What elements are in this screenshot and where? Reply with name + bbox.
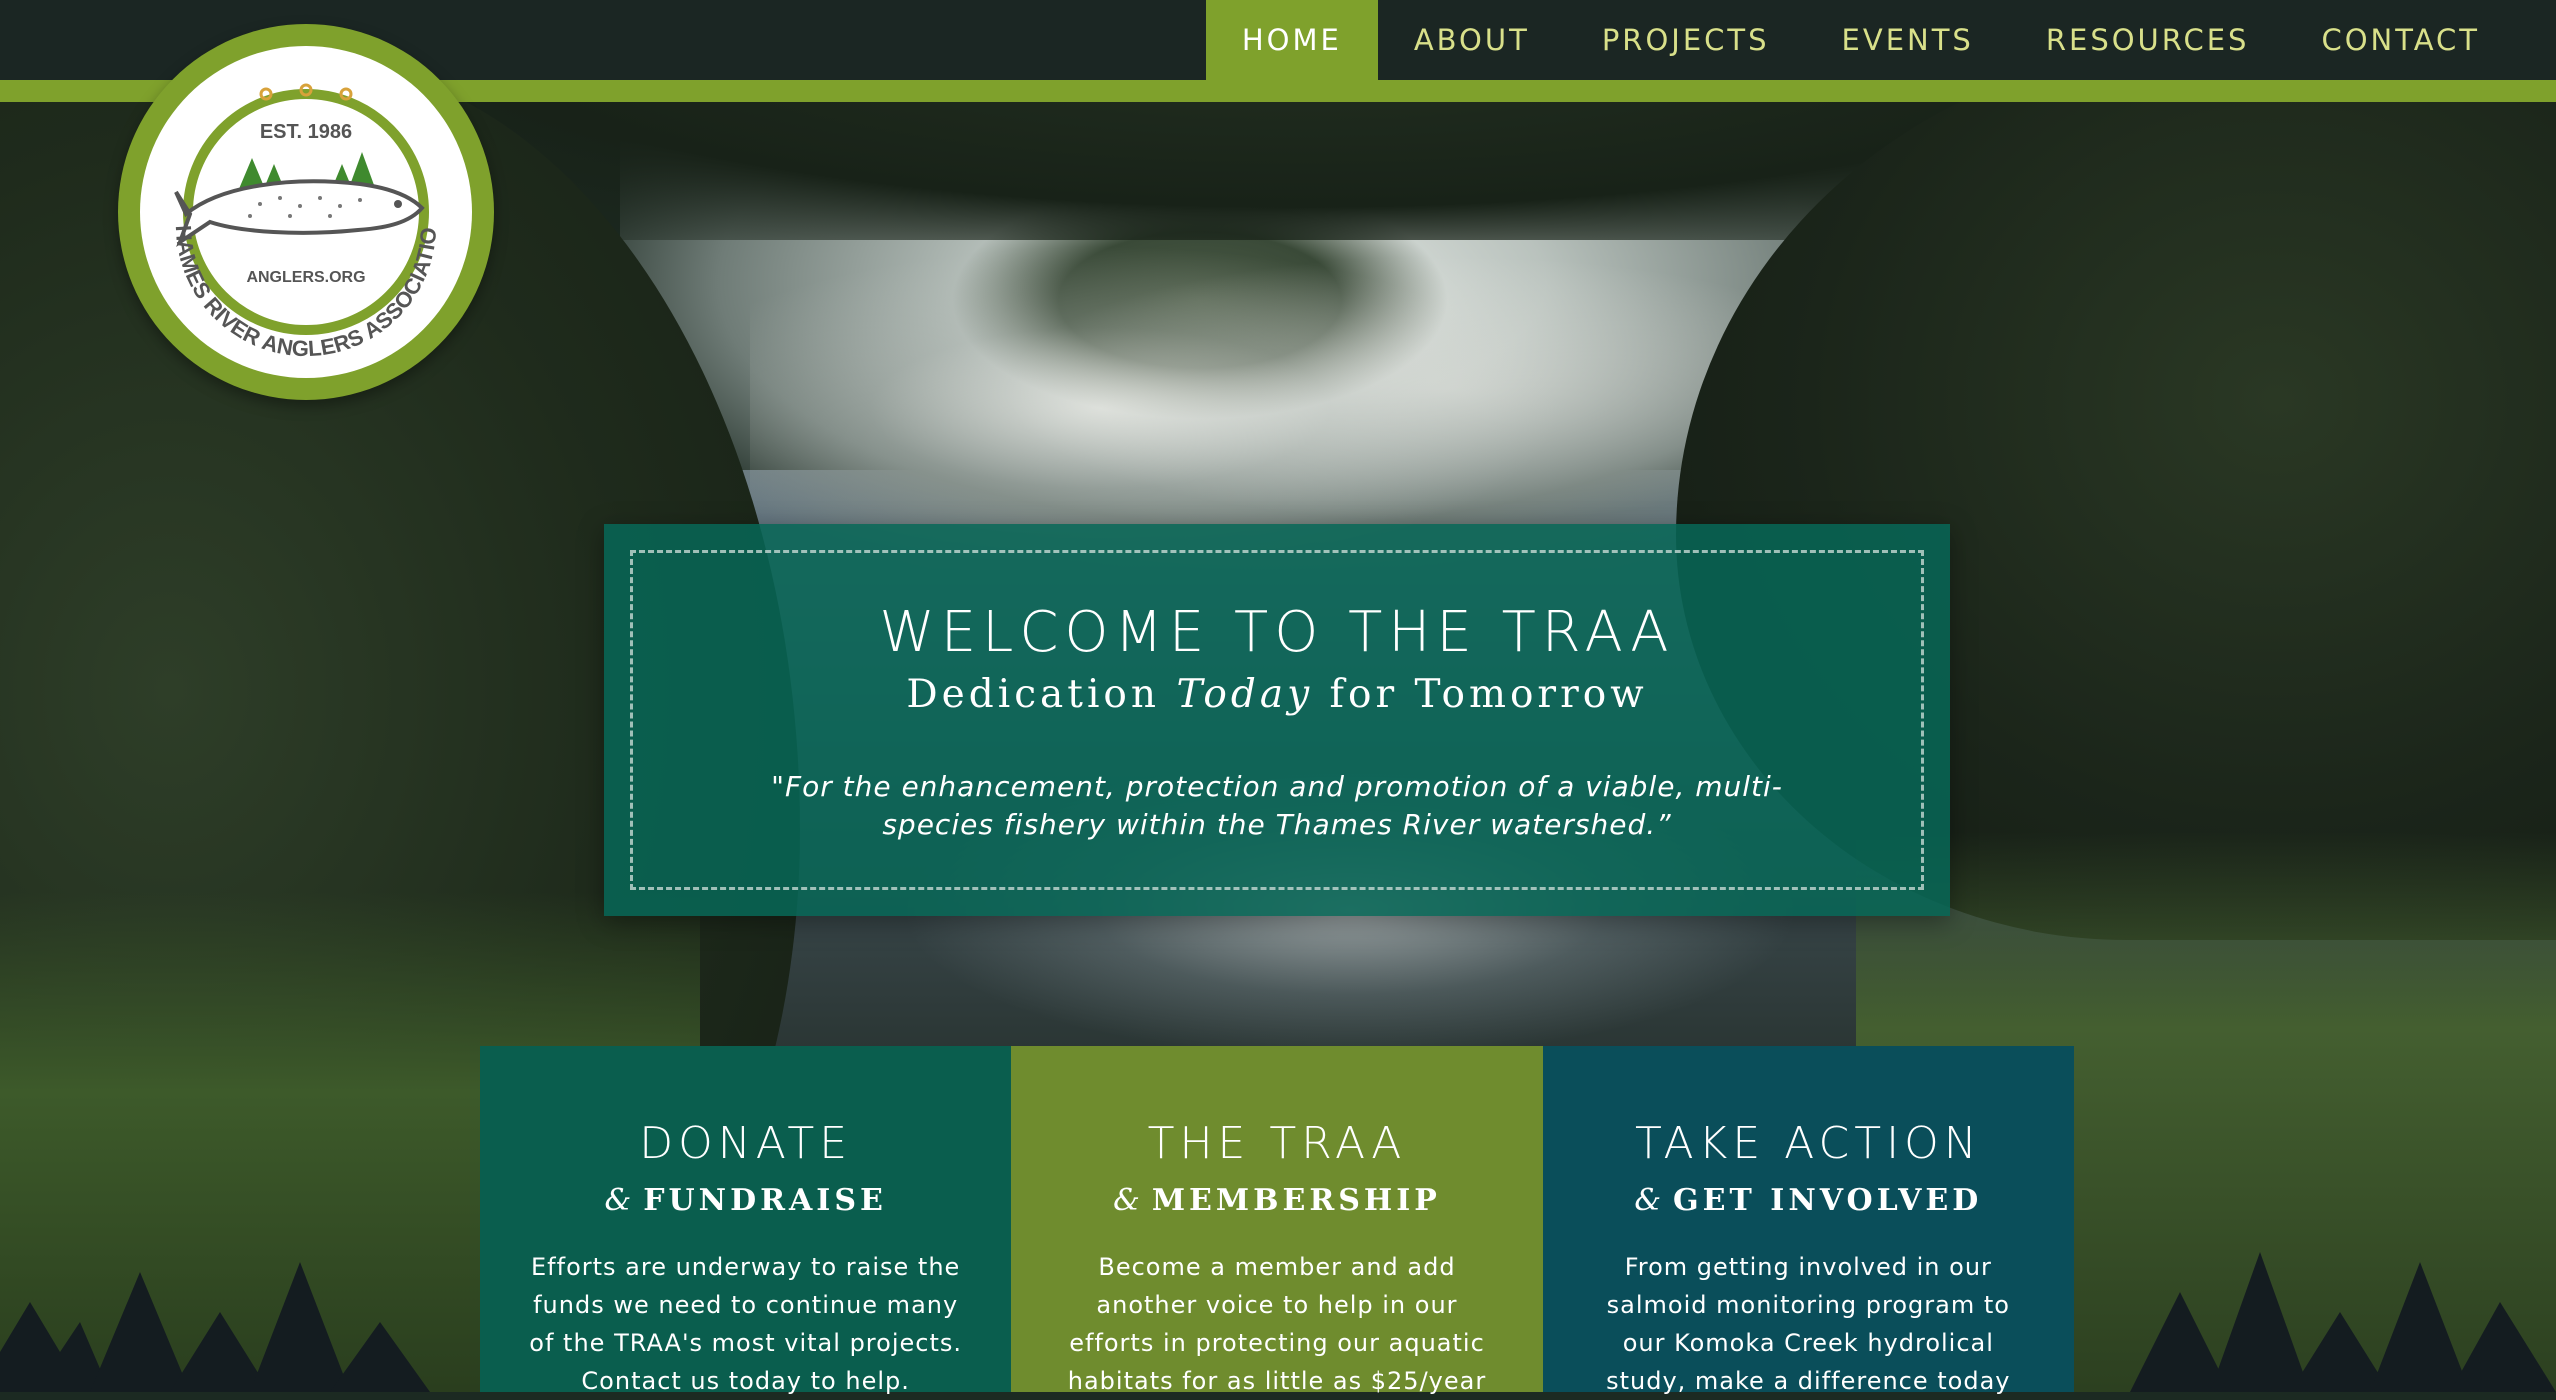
subtitle-part: for Tomorrow xyxy=(1313,672,1648,717)
card-title: TAKE ACTION xyxy=(1634,1118,1982,1169)
subtitle-emphasis: Today xyxy=(1176,672,1314,717)
subtitle-part: Dedication xyxy=(906,672,1177,717)
nav-contact[interactable]: CONTACT xyxy=(2285,0,2516,80)
hero-subtitle: Dedication Today for Tomorrow xyxy=(604,672,1950,717)
hero-title: WELCOME TO THE TRAA xyxy=(879,600,1675,665)
site-logo[interactable]: EST. 1986 ANGLERS.ORG THAMES RIVER ANGLE… xyxy=(118,24,494,400)
mission-quote: "For the enhancement, protection and pro… xyxy=(771,770,1783,841)
card-subtitle-text: FUNDRAISE xyxy=(643,1183,887,1218)
feature-cards: DONATE & FUNDRAISE Efforts are underway t… xyxy=(480,1046,2074,1395)
card-subtitle: & MEMBERSHIP xyxy=(1011,1183,1542,1218)
ampersand: & xyxy=(1113,1183,1144,1218)
nav-projects[interactable]: PROJECTS xyxy=(1566,0,1806,80)
card-donate[interactable]: DONATE & FUNDRAISE Efforts are underway t… xyxy=(480,1046,1012,1395)
card-title: THE TRAA xyxy=(1147,1118,1407,1169)
nav-resources[interactable]: RESOURCES xyxy=(2010,0,2286,80)
card-subtitle: & FUNDRAISE xyxy=(480,1183,1011,1218)
ampersand: & xyxy=(1634,1183,1666,1218)
card-subtitle-text: GET INVOLVED xyxy=(1673,1183,1983,1218)
card-membership[interactable]: THE TRAA & MEMBERSHIP Become a member and… xyxy=(1011,1046,1543,1395)
ampersand: & xyxy=(604,1183,636,1218)
main-nav: HOME ABOUT PROJECTS EVENTS RESOURCES CON… xyxy=(1205,0,2516,80)
card-text: From getting involved in our salmoid mon… xyxy=(1606,1253,2011,1395)
card-title: DONATE xyxy=(639,1118,853,1169)
nav-about[interactable]: ABOUT xyxy=(1378,0,1566,80)
fish-logo-icon: EST. 1986 ANGLERS.ORG THAMES RIVER ANGLE… xyxy=(140,46,441,361)
svg-text:EST. 1986: EST. 1986 xyxy=(260,121,352,143)
card-text: Become a member and add another voice to… xyxy=(1067,1253,1487,1395)
welcome-banner: WELCOME TO THE TRAA Dedication Today for… xyxy=(604,524,1950,916)
card-subtitle-text: MEMBERSHIP xyxy=(1151,1183,1441,1218)
card-subtitle: & GET INVOLVED xyxy=(1543,1183,2074,1218)
card-text: Efforts are underway to raise the funds … xyxy=(529,1253,962,1395)
card-take-action[interactable]: TAKE ACTION & GET INVOLVED From getting i… xyxy=(1542,1046,2074,1395)
svg-text:ANGLERS.ORG: ANGLERS.ORG xyxy=(246,269,365,286)
nav-events[interactable]: EVENTS xyxy=(1806,0,2010,80)
nav-home[interactable]: HOME xyxy=(1205,0,1378,80)
